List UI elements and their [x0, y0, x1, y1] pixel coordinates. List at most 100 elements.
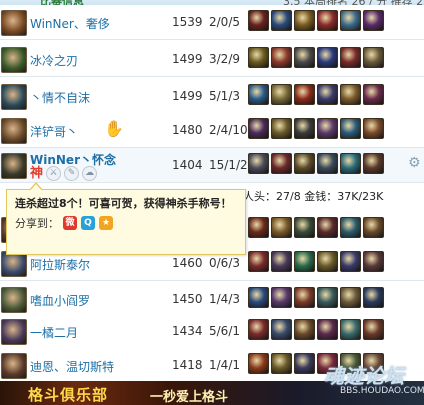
player-row[interactable]: 洋铲哥丶 ✋ 1480 2/4/10: [0, 113, 424, 148]
qzone-share-icon[interactable]: Q: [81, 216, 95, 230]
item-icon[interactable]: [271, 319, 292, 340]
wrench-icon[interactable]: ✎: [64, 166, 80, 181]
qq-share-icon[interactable]: ★: [99, 216, 113, 230]
player-kda: 5/1/3: [209, 89, 240, 103]
item-icon[interactable]: [248, 287, 269, 308]
item-icon[interactable]: [294, 353, 315, 374]
hero-avatar[interactable]: [1, 84, 27, 110]
item-icon[interactable]: [340, 47, 361, 68]
item-icon[interactable]: [294, 10, 315, 31]
player-row[interactable]: WinNer丶怀念神 ⚔ ✎ ☁ 1404 15/1/2 ⚙: [0, 148, 424, 183]
item-icon[interactable]: [363, 84, 384, 105]
forum-watermark: 魂迹论坛 BBS.HOUDAO.COM: [318, 360, 424, 402]
item-icon[interactable]: [271, 287, 292, 308]
item-icon[interactable]: [317, 217, 338, 238]
player-name[interactable]: 丶情不自沫: [30, 89, 90, 106]
player-rating: 1499: [172, 52, 203, 66]
item-icon[interactable]: [248, 153, 269, 174]
item-icon[interactable]: [294, 47, 315, 68]
player-name[interactable]: 洋铲哥丶: [30, 123, 78, 140]
details-icon[interactable]: ⚙: [408, 156, 422, 170]
sword-icon[interactable]: ⚔: [46, 166, 62, 181]
item-icon[interactable]: [271, 153, 292, 174]
player-row[interactable]: WinNer、奢侈 1539 2/0/5: [0, 5, 424, 40]
item-icon[interactable]: [317, 319, 338, 340]
item-icon[interactable]: [248, 217, 269, 238]
item-icon[interactable]: [363, 319, 384, 340]
item-icon[interactable]: [340, 319, 361, 340]
item-icon[interactable]: [271, 353, 292, 374]
item-icon[interactable]: [271, 84, 292, 105]
item-icon[interactable]: [271, 251, 292, 272]
item-icon[interactable]: [340, 251, 361, 272]
tooltip-text: 连杀超过8个！可喜可贺，获得神杀手称号！: [15, 197, 232, 210]
hero-avatar[interactable]: [1, 319, 27, 345]
item-icon[interactable]: [317, 287, 338, 308]
hero-avatar[interactable]: [1, 47, 27, 73]
item-icon[interactable]: [317, 251, 338, 272]
item-icon[interactable]: [317, 84, 338, 105]
item-icon[interactable]: [248, 319, 269, 340]
item-icon[interactable]: [248, 251, 269, 272]
item-icon[interactable]: [294, 287, 315, 308]
item-icon[interactable]: [363, 47, 384, 68]
weibo-share-icon[interactable]: 微: [63, 216, 77, 230]
item-icon[interactable]: [340, 217, 361, 238]
player-rating: 1450: [172, 292, 203, 306]
godlike-badge[interactable]: 神: [30, 166, 43, 181]
player-name[interactable]: 嗜血小阎罗: [30, 292, 90, 309]
player-row[interactable]: 嗜血小阎罗 1450 1/4/3: [0, 282, 424, 317]
cloud-icon[interactable]: ☁: [82, 166, 98, 181]
item-icon[interactable]: [248, 10, 269, 31]
hero-avatar[interactable]: [1, 287, 27, 313]
item-icon[interactable]: [363, 217, 384, 238]
item-icon[interactable]: [294, 84, 315, 105]
item-icon[interactable]: [363, 153, 384, 174]
item-slots: [248, 84, 384, 106]
item-icon[interactable]: [317, 153, 338, 174]
player-kda: 1/4/1: [209, 358, 240, 372]
hero-avatar[interactable]: [1, 10, 27, 36]
item-icon[interactable]: [317, 118, 338, 139]
item-icon[interactable]: [248, 118, 269, 139]
item-icon[interactable]: [363, 118, 384, 139]
like-hand-icon[interactable]: ✋: [104, 119, 124, 138]
item-icon[interactable]: [271, 217, 292, 238]
item-icon[interactable]: [340, 10, 361, 31]
player-name[interactable]: 迪恩、温切斯特: [30, 358, 114, 375]
player-rating: 1418: [172, 358, 203, 372]
item-icon[interactable]: [294, 217, 315, 238]
player-name[interactable]: 阿拉斯泰尔: [30, 256, 90, 273]
item-icon[interactable]: [271, 10, 292, 31]
item-icon[interactable]: [317, 47, 338, 68]
player-row[interactable]: 冰冷之刃 1499 3/2/9: [0, 42, 424, 77]
player-rating: 1460: [172, 256, 203, 270]
item-icon[interactable]: [248, 353, 269, 374]
team-stats: 人头：27/8 金钱：37K/23K: [243, 190, 384, 203]
player-name[interactable]: 冰冷之刃: [30, 52, 78, 69]
item-icon[interactable]: [363, 287, 384, 308]
item-icon[interactable]: [248, 84, 269, 105]
item-icon[interactable]: [340, 118, 361, 139]
item-icon[interactable]: [294, 153, 315, 174]
item-slots: [248, 217, 384, 239]
item-icon[interactable]: [340, 153, 361, 174]
item-icon[interactable]: [294, 319, 315, 340]
player-name[interactable]: WinNer、奢侈: [30, 15, 110, 32]
player-row[interactable]: 丶情不自沫 1499 5/1/3: [0, 79, 424, 114]
hero-avatar[interactable]: [1, 153, 27, 179]
item-icon[interactable]: [363, 251, 384, 272]
hero-avatar[interactable]: [1, 353, 27, 379]
item-icon[interactable]: [340, 84, 361, 105]
item-icon[interactable]: [271, 47, 292, 68]
player-row[interactable]: 一橘二月 1434 5/6/1: [0, 314, 424, 349]
item-icon[interactable]: [340, 287, 361, 308]
item-icon[interactable]: [294, 251, 315, 272]
player-name[interactable]: 一橘二月: [30, 324, 78, 341]
item-icon[interactable]: [248, 47, 269, 68]
item-icon[interactable]: [317, 10, 338, 31]
item-icon[interactable]: [271, 118, 292, 139]
item-icon[interactable]: [294, 118, 315, 139]
hero-avatar[interactable]: [1, 118, 27, 144]
item-icon[interactable]: [363, 10, 384, 31]
